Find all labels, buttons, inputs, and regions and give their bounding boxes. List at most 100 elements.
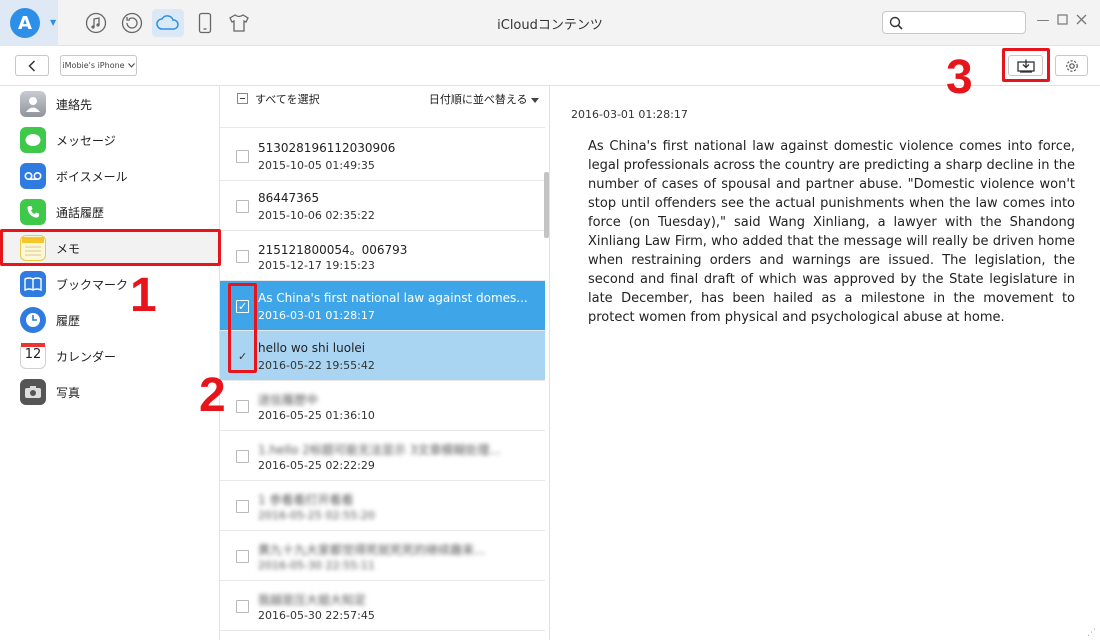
row-checkbox[interactable] xyxy=(236,500,249,513)
close-icon[interactable] xyxy=(1074,14,1088,28)
note-date: 2016-05-30 22:57:45 xyxy=(258,609,375,622)
row-checkbox[interactable] xyxy=(236,250,249,263)
music-icon[interactable] xyxy=(82,9,110,37)
note-title: 513028196112030906 xyxy=(258,141,396,155)
note-title: As China's first national law against do… xyxy=(258,291,528,305)
shirt-icon[interactable] xyxy=(225,9,253,37)
list-item[interactable]: 86447365 2015-10-06 02:35:22 xyxy=(220,181,545,231)
sidebar-item-label: 履歴 xyxy=(56,313,81,328)
search-icon xyxy=(889,15,903,34)
row-checkbox[interactable] xyxy=(236,600,249,613)
calendar-icon: 12 xyxy=(20,343,46,369)
list-item-selected[interactable]: ✓ As China's first national law against … xyxy=(220,281,545,331)
note-detail-date: 2016-03-01 01:28:17 xyxy=(571,108,688,121)
sidebar-item-label: ボイスメール xyxy=(56,169,128,184)
note-date: 2015-10-06 02:35:22 xyxy=(258,209,375,222)
notes-list: 2015-10-10 02:32:19 513028196112030906 2… xyxy=(220,86,550,640)
annotation-box-export xyxy=(1002,48,1050,82)
row-checkbox[interactable] xyxy=(236,550,249,563)
list-item[interactable]: 1 参看看打开看看 2016-05-25 02:55:20 xyxy=(220,481,545,531)
backup-restore-icon[interactable] xyxy=(118,9,146,37)
row-checkbox[interactable] xyxy=(236,150,249,163)
select-all-label[interactable]: すべてを選択 xyxy=(255,91,320,107)
sidebar-item-label: 連絡先 xyxy=(56,97,93,112)
sidebar-item-bookmarks[interactable]: ブックマーク xyxy=(0,266,219,302)
annotation-box-notes xyxy=(0,229,221,266)
annotation-step-2: 2 xyxy=(199,369,226,422)
sort-dropdown[interactable]: 日付順に並べ替える xyxy=(429,91,539,107)
search-box[interactable] xyxy=(882,11,1026,34)
sidebar-item-messages[interactable]: メッセージ xyxy=(0,122,219,158)
annotation-step-1: 1 xyxy=(130,269,157,322)
row-checkbox[interactable] xyxy=(236,200,249,213)
maximize-icon[interactable] xyxy=(1055,14,1069,28)
toolbar: iMobie's iPhone xyxy=(0,46,1100,86)
chevron-down-icon: ▼ xyxy=(50,18,57,27)
bookmark-icon xyxy=(20,271,46,297)
camera-icon xyxy=(20,379,46,405)
note-detail-body: As China's first national law against do… xyxy=(588,139,1075,325)
note-title: 送信履歴中 xyxy=(258,393,319,407)
sidebar-item-history[interactable]: 履歴 xyxy=(0,302,219,338)
note-title: 我越是压大姐大知足 xyxy=(258,593,367,607)
title-bar: A ▼ iCloudコンテンツ — xyxy=(0,0,1100,46)
note-date: 2015-12-17 19:15:23 xyxy=(258,259,375,272)
note-date: 2016-05-25 02:22:29 xyxy=(258,459,375,472)
messages-icon xyxy=(20,127,46,153)
list-item-checked[interactable]: ✓ hello wo shi luolei 2016-05-22 19:55:4… xyxy=(220,331,545,381)
sidebar-item-voicemail[interactable]: ボイスメール xyxy=(0,158,219,194)
sidebar-item-label: メッセージ xyxy=(56,133,116,148)
category-sidebar: 連絡先 メッセージ ボイスメール 通話履歴 メモ ブックマーク 履歴 12 カレ… xyxy=(0,86,220,640)
list-item[interactable]: 513028196112030906 2015-10-05 01:49:35 xyxy=(220,131,545,181)
list-item[interactable]: 1.hello 2标题可能无法显示 3文章模糊处理... 2016-05-25 … xyxy=(220,431,545,481)
icloud-icon[interactable] xyxy=(152,9,184,37)
note-title: 黄九十九大家都觉得死就死死的继续趣来... xyxy=(258,543,486,557)
device-name: iMobie's iPhone xyxy=(62,61,125,70)
device-selector[interactable]: iMobie's iPhone xyxy=(60,55,137,76)
note-title: 215121800054。006793 xyxy=(258,243,408,257)
chevron-down-icon xyxy=(127,63,135,68)
row-checkbox[interactable] xyxy=(236,450,249,463)
row-checkbox[interactable] xyxy=(236,400,249,413)
contacts-icon xyxy=(20,91,46,117)
list-item[interactable]: 黄九十九大家都觉得死就死死的继续趣来... 2016-05-30 22:55:1… xyxy=(220,531,545,581)
note-title: 86447365 xyxy=(258,191,320,205)
list-item[interactable]: 我越是压大姐大知足 2016-05-30 22:57:45 xyxy=(220,581,545,631)
sidebar-item-calendar[interactable]: 12 カレンダー xyxy=(0,338,219,374)
note-title: 1 参看看打开看看 xyxy=(258,493,354,507)
sidebar-item-label: カレンダー xyxy=(56,349,117,364)
note-date: 2016-03-01 01:28:17 xyxy=(258,309,375,322)
sidebar-item-label: 通話履歴 xyxy=(56,205,105,220)
sort-label: 日付順に並べ替える xyxy=(428,93,528,106)
minimize-icon[interactable]: — xyxy=(1036,14,1050,28)
calendar-day: 12 xyxy=(24,347,42,362)
history-icon xyxy=(20,307,46,333)
phone-icon xyxy=(20,199,46,225)
resize-grip-icon[interactable]: ⋰ xyxy=(1087,628,1096,638)
note-detail-pane: 2016-03-01 01:28:17 As China's first nat… xyxy=(551,86,1100,640)
gear-icon xyxy=(1065,59,1078,72)
anytrans-logo-icon: A xyxy=(10,8,40,38)
chevron-left-icon xyxy=(28,59,36,72)
settings-button[interactable] xyxy=(1055,55,1088,76)
note-title: 1.hello 2标题可能无法显示 3文章模糊处理... xyxy=(258,443,501,457)
back-button[interactable] xyxy=(15,55,49,76)
sidebar-item-contacts[interactable]: 連絡先 xyxy=(0,86,219,122)
note-date: 2016-05-22 19:55:42 xyxy=(258,359,375,372)
search-input[interactable] xyxy=(909,14,1021,31)
sidebar-item-label: ブックマーク xyxy=(56,277,129,292)
voicemail-icon xyxy=(20,163,46,189)
annotation-box-checkboxes xyxy=(228,283,257,373)
select-all-checkbox[interactable] xyxy=(237,93,248,104)
app-logo[interactable]: A ▼ xyxy=(0,0,58,46)
annotation-step-3: 3 xyxy=(946,51,973,104)
list-item[interactable]: 送信履歴中 2016-05-25 01:36:10 xyxy=(220,381,545,431)
sidebar-item-call-history[interactable]: 通話履歴 xyxy=(0,194,219,230)
list-item[interactable]: 215121800054。006793 2015-12-17 19:15:23 xyxy=(220,231,545,281)
list-scrollbar[interactable] xyxy=(544,172,549,238)
list-header: すべてを選択 日付順に並べ替える xyxy=(220,86,549,110)
note-date: 2016-05-25 02:55:20 xyxy=(258,509,375,522)
note-date: 2016-05-25 01:36:10 xyxy=(258,409,375,422)
sidebar-item-photos[interactable]: 写真 xyxy=(0,374,219,410)
device-icon[interactable] xyxy=(191,9,219,37)
